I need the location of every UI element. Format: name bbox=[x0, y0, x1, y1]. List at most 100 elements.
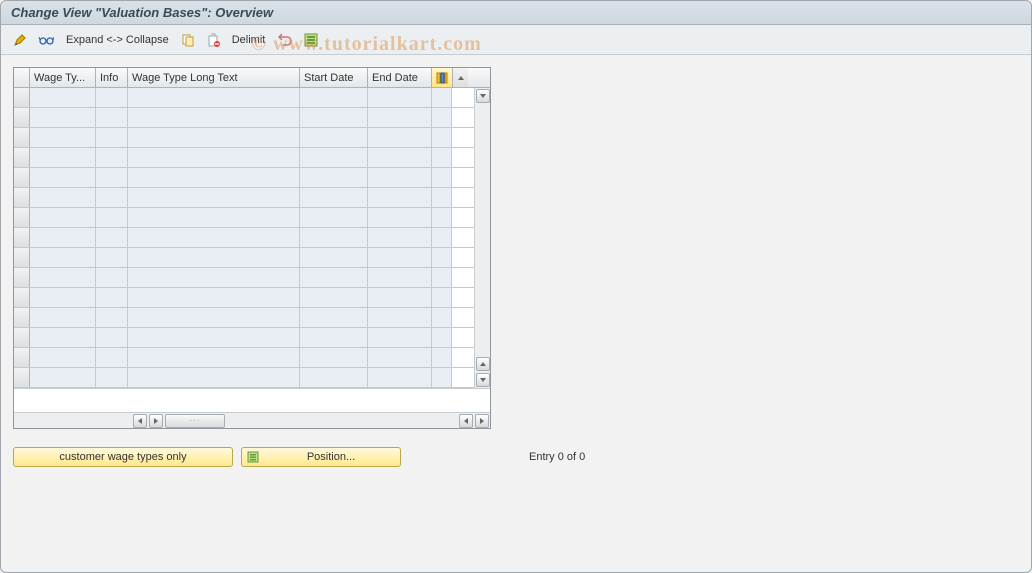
cell-info[interactable] bbox=[96, 88, 128, 107]
cell-end-date[interactable] bbox=[368, 288, 432, 307]
cell-end-date[interactable] bbox=[368, 108, 432, 127]
table-row[interactable] bbox=[14, 268, 474, 288]
configure-columns-icon[interactable] bbox=[432, 68, 452, 87]
cell-long-text[interactable] bbox=[128, 268, 300, 287]
table-row[interactable] bbox=[14, 328, 474, 348]
cell-long-text[interactable] bbox=[128, 308, 300, 327]
table-row[interactable] bbox=[14, 288, 474, 308]
row-selector[interactable] bbox=[14, 148, 30, 167]
cell-end-date[interactable] bbox=[368, 128, 432, 147]
cell-end-date[interactable] bbox=[368, 268, 432, 287]
row-selector[interactable] bbox=[14, 108, 30, 127]
cell-start-date[interactable] bbox=[300, 288, 368, 307]
cell-end-date[interactable] bbox=[368, 248, 432, 267]
table-row[interactable] bbox=[14, 248, 474, 268]
delete-icon[interactable] bbox=[202, 30, 224, 50]
cell-end-date[interactable] bbox=[368, 348, 432, 367]
cell-wage-type[interactable] bbox=[30, 148, 96, 167]
column-header-wage-type[interactable]: Wage Ty... bbox=[30, 68, 96, 87]
row-selector[interactable] bbox=[14, 128, 30, 147]
cell-info[interactable] bbox=[96, 268, 128, 287]
cell-end-date[interactable] bbox=[368, 308, 432, 327]
cell-wage-type[interactable] bbox=[30, 188, 96, 207]
cell-end-date[interactable] bbox=[368, 188, 432, 207]
row-selector[interactable] bbox=[14, 328, 30, 347]
column-header-end-date[interactable]: End Date bbox=[368, 68, 432, 87]
cell-start-date[interactable] bbox=[300, 128, 368, 147]
delimit-button[interactable]: Delimit bbox=[227, 30, 271, 50]
cell-long-text[interactable] bbox=[128, 108, 300, 127]
table-row[interactable] bbox=[14, 208, 474, 228]
cell-start-date[interactable] bbox=[300, 228, 368, 247]
row-selector[interactable] bbox=[14, 308, 30, 327]
cell-long-text[interactable] bbox=[128, 328, 300, 347]
cell-wage-type[interactable] bbox=[30, 208, 96, 227]
table-row[interactable] bbox=[14, 188, 474, 208]
cell-info[interactable] bbox=[96, 128, 128, 147]
table-row[interactable] bbox=[14, 348, 474, 368]
cell-start-date[interactable] bbox=[300, 348, 368, 367]
column-header-info[interactable]: Info bbox=[96, 68, 128, 87]
cell-info[interactable] bbox=[96, 108, 128, 127]
cell-start-date[interactable] bbox=[300, 88, 368, 107]
row-selector[interactable] bbox=[14, 228, 30, 247]
cell-info[interactable] bbox=[96, 328, 128, 347]
row-selector[interactable] bbox=[14, 288, 30, 307]
horizontal-scrollbar[interactable]: ··· bbox=[14, 412, 490, 428]
cell-end-date[interactable] bbox=[368, 368, 432, 387]
row-selector[interactable] bbox=[14, 88, 30, 107]
position-button[interactable]: Position... bbox=[241, 447, 401, 467]
cell-end-date[interactable] bbox=[368, 328, 432, 347]
undo-icon[interactable] bbox=[273, 30, 297, 50]
change-icon[interactable] bbox=[9, 30, 31, 50]
cell-info[interactable] bbox=[96, 188, 128, 207]
table-row[interactable] bbox=[14, 168, 474, 188]
cell-long-text[interactable] bbox=[128, 88, 300, 107]
column-header-long-text[interactable]: Wage Type Long Text bbox=[128, 68, 300, 87]
table-row[interactable] bbox=[14, 88, 474, 108]
cell-long-text[interactable] bbox=[128, 168, 300, 187]
cell-wage-type[interactable] bbox=[30, 268, 96, 287]
cell-start-date[interactable] bbox=[300, 328, 368, 347]
cell-start-date[interactable] bbox=[300, 368, 368, 387]
cell-info[interactable] bbox=[96, 148, 128, 167]
cell-info[interactable] bbox=[96, 348, 128, 367]
cell-long-text[interactable] bbox=[128, 228, 300, 247]
cell-end-date[interactable] bbox=[368, 208, 432, 227]
cell-long-text[interactable] bbox=[128, 248, 300, 267]
row-selector[interactable] bbox=[14, 208, 30, 227]
scroll-down-step-icon[interactable] bbox=[476, 89, 490, 103]
cell-wage-type[interactable] bbox=[30, 168, 96, 187]
cell-wage-type[interactable] bbox=[30, 328, 96, 347]
cell-wage-type[interactable] bbox=[30, 108, 96, 127]
cell-info[interactable] bbox=[96, 248, 128, 267]
row-selector[interactable] bbox=[14, 168, 30, 187]
cell-wage-type[interactable] bbox=[30, 308, 96, 327]
cell-info[interactable] bbox=[96, 288, 128, 307]
cell-long-text[interactable] bbox=[128, 148, 300, 167]
cell-wage-type[interactable] bbox=[30, 128, 96, 147]
cell-wage-type[interactable] bbox=[30, 228, 96, 247]
cell-long-text[interactable] bbox=[128, 368, 300, 387]
cell-long-text[interactable] bbox=[128, 208, 300, 227]
row-selector[interactable] bbox=[14, 368, 30, 387]
scroll-up-step-icon[interactable] bbox=[476, 357, 490, 371]
column-header-start-date[interactable]: Start Date bbox=[300, 68, 368, 87]
cell-start-date[interactable] bbox=[300, 208, 368, 227]
grid-corner[interactable] bbox=[14, 68, 30, 87]
scroll-left-icon[interactable] bbox=[133, 414, 147, 428]
cell-long-text[interactable] bbox=[128, 288, 300, 307]
cell-info[interactable] bbox=[96, 208, 128, 227]
scroll-right-step-icon[interactable] bbox=[149, 414, 163, 428]
table-row[interactable] bbox=[14, 228, 474, 248]
table-row[interactable] bbox=[14, 368, 474, 388]
scroll-right-icon[interactable] bbox=[475, 414, 489, 428]
copy-icon[interactable] bbox=[177, 30, 199, 50]
cell-long-text[interactable] bbox=[128, 348, 300, 367]
table-row[interactable] bbox=[14, 128, 474, 148]
scroll-left-step-icon[interactable] bbox=[459, 414, 473, 428]
cell-end-date[interactable] bbox=[368, 148, 432, 167]
table-row[interactable] bbox=[14, 308, 474, 328]
cell-end-date[interactable] bbox=[368, 88, 432, 107]
cell-start-date[interactable] bbox=[300, 248, 368, 267]
